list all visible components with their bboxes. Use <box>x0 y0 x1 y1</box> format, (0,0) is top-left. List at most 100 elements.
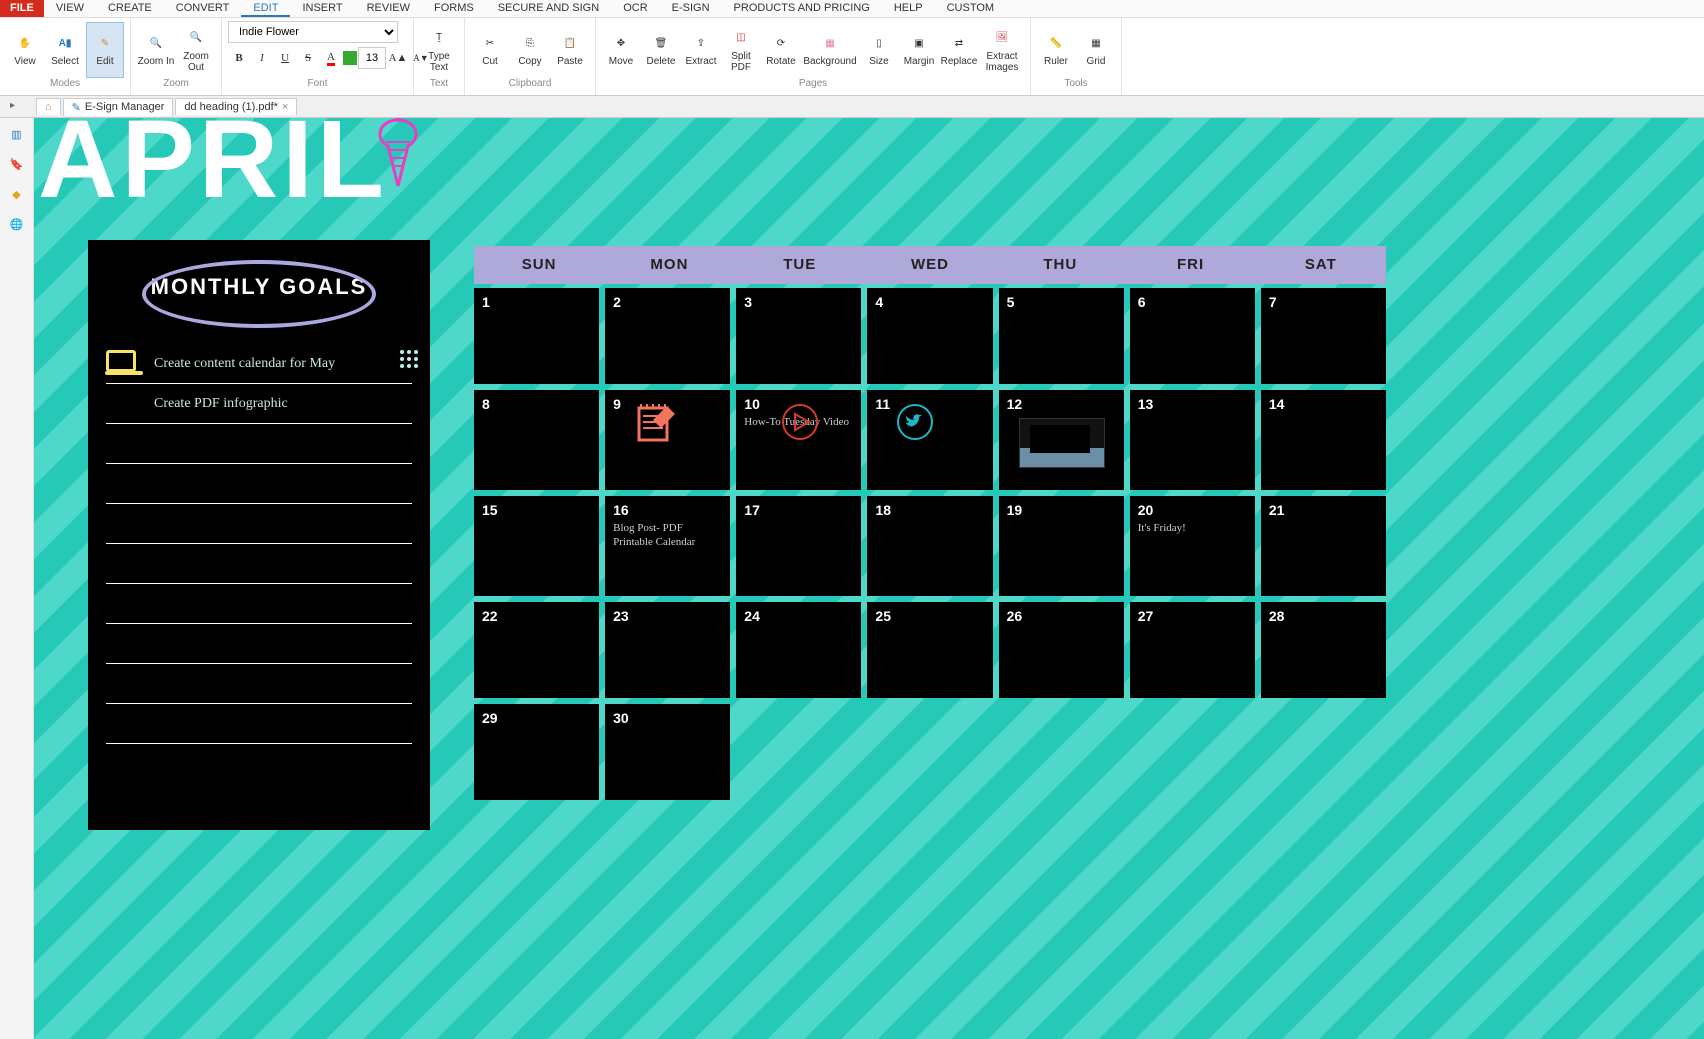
menu-review[interactable]: REVIEW <box>355 0 422 17</box>
calendar-cell[interactable]: 24 <box>736 602 861 698</box>
calendar-cell[interactable]: 12 <box>999 390 1124 490</box>
layers-panel-icon[interactable]: ◆ <box>5 182 29 206</box>
background-button[interactable]: ▦Background <box>802 22 858 78</box>
extract-button[interactable]: ⇪Extract <box>682 22 720 78</box>
web-panel-icon[interactable]: 🌐 <box>5 212 29 236</box>
calendar-cell[interactable]: 4 <box>867 288 992 384</box>
goal-item[interactable]: Create content calendar for May <box>106 344 412 384</box>
calendar-cell[interactable]: 3 <box>736 288 861 384</box>
menu-convert[interactable]: CONVERT <box>164 0 242 17</box>
paste-button[interactable]: 📋Paste <box>551 22 589 78</box>
tab-document[interactable]: dd heading (1).pdf*× <box>175 98 297 115</box>
date-number: 21 <box>1269 502 1378 518</box>
font-family-select[interactable]: Indie Flower <box>228 21 398 43</box>
close-icon[interactable]: × <box>282 101 288 113</box>
calendar-cell[interactable]: 28 <box>1261 602 1386 698</box>
calendar-cell[interactable]: 11 <box>867 390 992 490</box>
highlight-button[interactable] <box>343 51 357 65</box>
calendar-cell[interactable]: 22 <box>474 602 599 698</box>
size-button[interactable]: ▯Size <box>860 22 898 78</box>
margin-button[interactable]: ▣Margin <box>900 22 938 78</box>
calendar-cell[interactable]: 21 <box>1261 496 1386 596</box>
calendar-cell[interactable]: 7 <box>1261 288 1386 384</box>
menu-file[interactable]: FILE <box>0 0 44 17</box>
menu-view[interactable]: VIEW <box>44 0 96 17</box>
menu-create[interactable]: CREATE <box>96 0 164 17</box>
strike-button[interactable]: S <box>297 47 319 69</box>
menu-products[interactable]: PRODUCTS AND PRICING <box>722 0 882 17</box>
move-button[interactable]: ✥Move <box>602 22 640 78</box>
menu-edit[interactable]: EDIT <box>241 0 290 17</box>
goal-item[interactable] <box>106 704 412 744</box>
bookmarks-panel-icon[interactable]: 🔖 <box>5 152 29 176</box>
thumbnails-panel-icon[interactable]: ▥ <box>5 122 29 146</box>
cut-button[interactable]: ✂Cut <box>471 22 509 78</box>
goal-item[interactable] <box>106 544 412 584</box>
monthly-goals-panel: MONTHLY GOALS Create content calendar fo… <box>88 240 430 830</box>
type-text-button[interactable]: ṮType Text <box>420 22 458 78</box>
tab-home[interactable]: ⌂ <box>36 98 61 115</box>
calendar-cell[interactable]: 15 <box>474 496 599 596</box>
goal-item[interactable] <box>106 424 412 464</box>
menu-forms[interactable]: FORMS <box>422 0 486 17</box>
grow-font-button[interactable]: A▲ <box>387 47 409 69</box>
collapse-chevron-icon[interactable]: ▸ <box>10 100 15 111</box>
goal-item[interactable] <box>106 664 412 704</box>
calendar-cell[interactable]: 16Blog Post- PDF Printable Calendar <box>605 496 730 596</box>
tab-esign-manager[interactable]: ✎E-Sign Manager <box>63 98 174 116</box>
menu-insert[interactable]: INSERT <box>290 0 354 17</box>
calendar-cell[interactable]: 2 <box>605 288 730 384</box>
menu-custom[interactable]: CUSTOM <box>935 0 1006 17</box>
date-number: 19 <box>1007 502 1116 518</box>
calendar-cell[interactable]: 13 <box>1130 390 1255 490</box>
calendar-cell[interactable]: 23 <box>605 602 730 698</box>
calendar-cell[interactable]: 29 <box>474 704 599 800</box>
menu-secure[interactable]: SECURE AND SIGN <box>486 0 611 17</box>
zoom-in-button[interactable]: 🔍Zoom In <box>137 22 175 78</box>
zoom-out-button[interactable]: 🔍Zoom Out <box>177 22 215 78</box>
edit-button[interactable]: ✎Edit <box>86 22 124 78</box>
menu-esign[interactable]: E-SIGN <box>660 0 722 17</box>
grid-button[interactable]: ▦Grid <box>1077 22 1115 78</box>
menu-help[interactable]: HELP <box>882 0 935 17</box>
ruler-button[interactable]: 📏Ruler <box>1037 22 1075 78</box>
italic-button[interactable]: I <box>251 47 273 69</box>
calendar-cell[interactable]: 6 <box>1130 288 1255 384</box>
goal-item[interactable] <box>106 464 412 504</box>
split-pdf-button[interactable]: ◫Split PDF <box>722 22 760 78</box>
font-size-input[interactable] <box>358 47 386 69</box>
calendar-cell[interactable]: 19 <box>999 496 1124 596</box>
rotate-button[interactable]: ⟳Rotate <box>762 22 800 78</box>
calendar-cell[interactable]: 9 <box>605 390 730 490</box>
font-color-button[interactable]: A <box>320 47 342 69</box>
calendar-cell[interactable]: 20It's Friday! <box>1130 496 1255 596</box>
calendar-cell[interactable]: 5 <box>999 288 1124 384</box>
calendar-cell[interactable]: 25 <box>867 602 992 698</box>
goal-item[interactable] <box>106 504 412 544</box>
bold-button[interactable]: B <box>228 47 250 69</box>
calendar-cell[interactable]: 10How-To Tuesday Video <box>736 390 861 490</box>
paste-icon: 📋 <box>559 32 581 54</box>
copy-button[interactable]: ⎘Copy <box>511 22 549 78</box>
document-viewport[interactable]: APRIL MONTHLY GOALS Create content calen… <box>34 118 1704 1039</box>
replace-button[interactable]: ⇄Replace <box>940 22 978 78</box>
goals-title-oval <box>142 260 376 328</box>
calendar-cell[interactable]: 27 <box>1130 602 1255 698</box>
calendar-cell[interactable]: 14 <box>1261 390 1386 490</box>
calendar-cell[interactable]: 26 <box>999 602 1124 698</box>
goal-item[interactable] <box>106 624 412 664</box>
goal-item[interactable] <box>106 584 412 624</box>
menu-ocr[interactable]: OCR <box>611 0 659 17</box>
view-button[interactable]: ✋View <box>6 22 44 78</box>
goal-item[interactable]: Create PDF infographic <box>106 384 412 424</box>
calendar-cell[interactable]: 1 <box>474 288 599 384</box>
select-button[interactable]: A▮Select <box>46 22 84 78</box>
calendar-cell[interactable]: 18 <box>867 496 992 596</box>
underline-button[interactable]: U <box>274 47 296 69</box>
extract-images-button[interactable]: 🖼Extract Images <box>980 22 1024 78</box>
calendar-cell[interactable]: 17 <box>736 496 861 596</box>
delete-button[interactable]: 🗑Delete <box>642 22 680 78</box>
calendar-cell[interactable]: 8 <box>474 390 599 490</box>
calendar-cell[interactable]: 30 <box>605 704 730 800</box>
drag-handle-icon[interactable] <box>400 350 418 368</box>
